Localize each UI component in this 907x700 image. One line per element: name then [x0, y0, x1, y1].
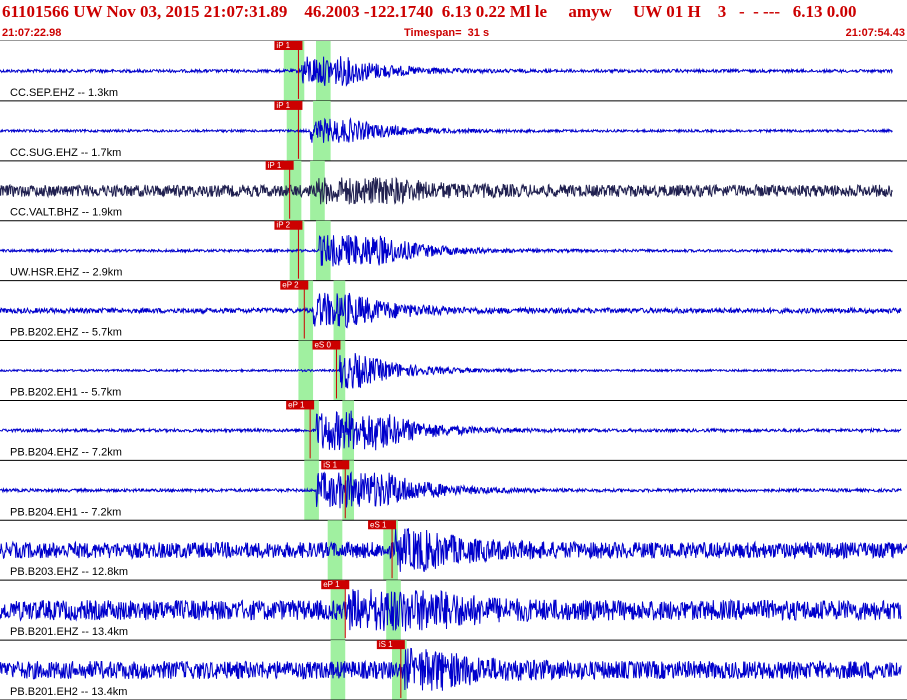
seismogram-panel[interactable]: iP 1 CC.SEP.EHZ -- 1.3km iP 1 CC.SUG.EHZ --…	[0, 41, 907, 700]
waveform-trace	[0, 176, 893, 205]
timespan: Timespan= 31 s	[404, 27, 490, 39]
pick-label: iP 1	[268, 161, 282, 170]
waveform-trace	[0, 116, 893, 143]
pick-label: iP 1	[276, 101, 290, 110]
waveform-trace	[0, 292, 902, 329]
pick-label: eS 0	[314, 341, 331, 350]
station-label: PB.B202.EH1 -- 5.7km	[10, 386, 121, 398]
header: 61101566 UW Nov 03, 2015 21:07:31.89 46.…	[0, 0, 907, 41]
pick-label: iP 1	[276, 41, 290, 50]
waveform-trace	[0, 528, 907, 572]
pick-label: eS 1	[370, 520, 387, 529]
waveform-trace	[0, 410, 902, 451]
station-label: PB.B201.EHZ -- 13.4km	[10, 626, 128, 638]
station-label: UW.HSR.EHZ -- 2.9km	[10, 267, 122, 279]
waveform-trace	[0, 471, 902, 509]
pick-label: iS 1	[379, 640, 393, 649]
waveform-trace	[0, 56, 893, 87]
station-label: CC.SUG.EHZ -- 1.7km	[10, 147, 121, 159]
waveform-trace	[0, 647, 902, 691]
station-label: PB.B204.EH1 -- 7.2km	[10, 506, 121, 518]
waveform-trace	[0, 353, 902, 389]
end-time: 21:07:54.43	[845, 27, 905, 39]
start-time: 21:07:22.98	[2, 27, 62, 39]
station-label: PB.B201.EH2 -- 13.4km	[10, 686, 127, 698]
pick-label: eP 1	[288, 400, 305, 409]
pick-label: iP 2	[276, 221, 290, 230]
pick-label: eP 2	[282, 281, 299, 290]
station-label: CC.VALT.BHZ -- 1.9km	[10, 207, 122, 219]
waveform-trace	[0, 588, 902, 632]
station-label: PB.B203.EHZ -- 12.8km	[10, 566, 128, 578]
pick-label: eP 1	[323, 580, 340, 589]
waveform-trace	[0, 234, 893, 267]
station-label: CC.SEP.EHZ -- 1.3km	[10, 87, 118, 99]
station-label: PB.B204.EHZ -- 7.2km	[10, 446, 122, 458]
pick-label: iS 1	[323, 460, 337, 469]
event-summary: 61101566 UW Nov 03, 2015 21:07:31.89 46.…	[2, 2, 857, 21]
station-label: PB.B202.EHZ -- 5.7km	[10, 327, 122, 339]
